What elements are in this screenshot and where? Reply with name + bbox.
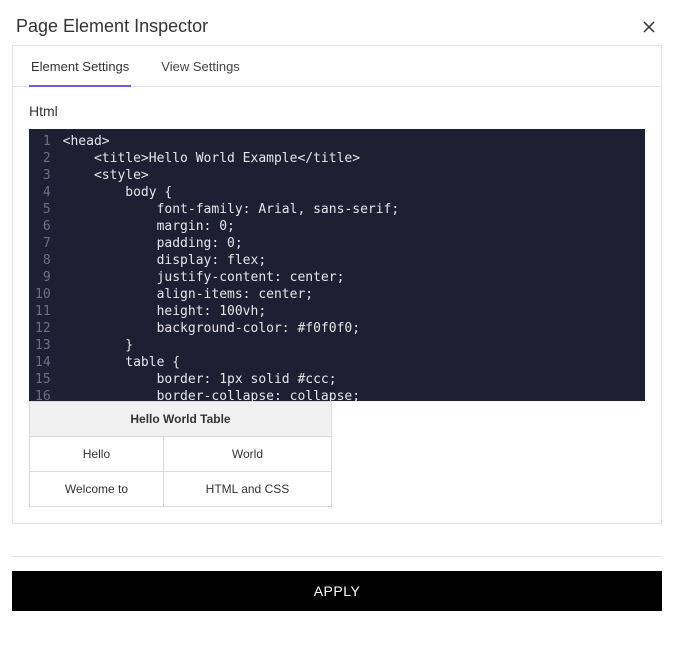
table-row: HelloWorld bbox=[30, 437, 332, 472]
line-number: 8 bbox=[35, 252, 51, 269]
code-line: <title>Hello World Example</title> bbox=[63, 150, 637, 167]
tab-view-settings[interactable]: View Settings bbox=[159, 47, 242, 87]
code-line: <head> bbox=[63, 133, 637, 150]
code-line: <style> bbox=[63, 167, 637, 184]
line-number: 7 bbox=[35, 235, 51, 252]
table-cell: HTML and CSS bbox=[163, 472, 331, 507]
close-icon bbox=[641, 19, 657, 35]
line-number: 15 bbox=[35, 371, 51, 388]
line-number: 6 bbox=[35, 218, 51, 235]
html-code-editor[interactable]: 12345678910111213141516 <head> <title>He… bbox=[29, 129, 645, 401]
table-cell: Hello bbox=[30, 437, 164, 472]
line-number: 5 bbox=[35, 201, 51, 218]
apply-button[interactable]: APPLY bbox=[12, 571, 662, 611]
code-line: background-color: #f0f0f0; bbox=[63, 320, 637, 337]
code-line: justify-content: center; bbox=[63, 269, 637, 286]
line-number: 10 bbox=[35, 286, 51, 303]
code-line: border: 1px solid #ccc; bbox=[63, 371, 637, 388]
code-line: body { bbox=[63, 184, 637, 201]
code-line: align-items: center; bbox=[63, 286, 637, 303]
line-number: 4 bbox=[35, 184, 51, 201]
code-line: table { bbox=[63, 354, 637, 371]
code-line: display: flex; bbox=[63, 252, 637, 269]
code-line: font-family: Arial, sans-serif; bbox=[63, 201, 637, 218]
line-number: 11 bbox=[35, 303, 51, 320]
line-number: 2 bbox=[35, 150, 51, 167]
preview-table: Hello World Table HelloWorldWelcome toHT… bbox=[29, 401, 332, 507]
line-number: 3 bbox=[35, 167, 51, 184]
code-line: padding: 0; bbox=[63, 235, 637, 252]
preview-table-header: Hello World Table bbox=[30, 402, 332, 437]
page-title: Page Element Inspector bbox=[16, 16, 208, 37]
code-line: height: 100vh; bbox=[63, 303, 637, 320]
line-number: 12 bbox=[35, 320, 51, 337]
tab-element-settings[interactable]: Element Settings bbox=[29, 47, 131, 87]
code-gutter: 12345678910111213141516 bbox=[29, 129, 59, 401]
code-line: border-collapse: collapse; bbox=[63, 388, 637, 401]
code-line: margin: 0; bbox=[63, 218, 637, 235]
line-number: 13 bbox=[35, 337, 51, 354]
line-number: 1 bbox=[35, 133, 51, 150]
code-line: } bbox=[63, 337, 637, 354]
close-button[interactable] bbox=[640, 18, 658, 36]
html-field-label: Html bbox=[29, 103, 645, 119]
line-number: 9 bbox=[35, 269, 51, 286]
line-number: 16 bbox=[35, 388, 51, 401]
table-cell: World bbox=[163, 437, 331, 472]
table-row: Welcome toHTML and CSS bbox=[30, 472, 332, 507]
table-cell: Welcome to bbox=[30, 472, 164, 507]
tabs: Element Settings View Settings bbox=[13, 46, 661, 87]
line-number: 14 bbox=[35, 354, 51, 371]
code-lines: <head> <title>Hello World Example</title… bbox=[59, 129, 645, 401]
